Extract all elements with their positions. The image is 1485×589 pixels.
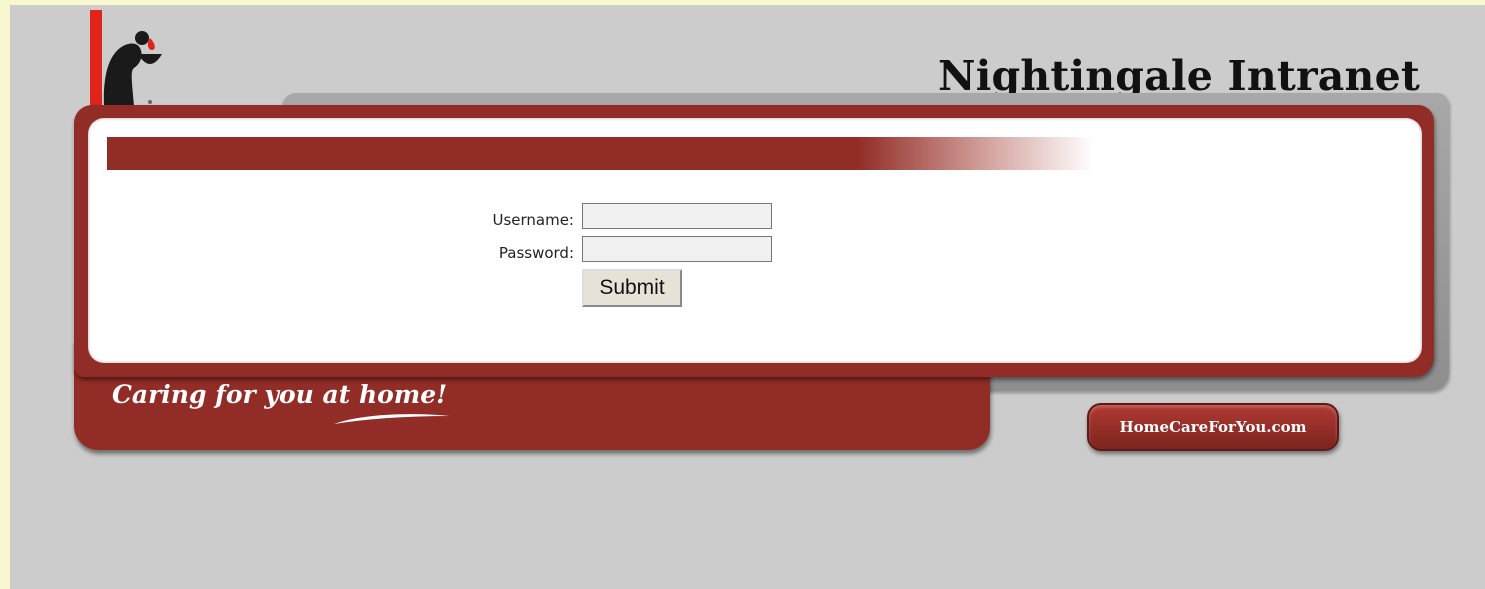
homecareforyou-link-label: HomeCareForYou.com xyxy=(1119,418,1307,436)
header-gradient-bar xyxy=(107,137,1094,170)
password-input[interactable] xyxy=(582,236,772,262)
username-label: Username: xyxy=(492,211,574,229)
login-form: Username: Password: Submit xyxy=(440,203,800,307)
submit-button[interactable]: Submit xyxy=(582,269,682,307)
username-input[interactable] xyxy=(582,203,772,229)
username-row: Username: xyxy=(440,203,800,236)
nightingale-logo-icon xyxy=(90,10,170,110)
homecareforyou-link-button[interactable]: HomeCareForYou.com xyxy=(1087,403,1339,451)
password-label: Password: xyxy=(498,244,574,262)
password-row: Password: xyxy=(440,236,800,269)
slogan-swoosh-icon xyxy=(334,414,450,424)
slogan-text: Caring for you at home! xyxy=(112,380,448,409)
slogan: Caring for you at home! xyxy=(112,380,472,440)
